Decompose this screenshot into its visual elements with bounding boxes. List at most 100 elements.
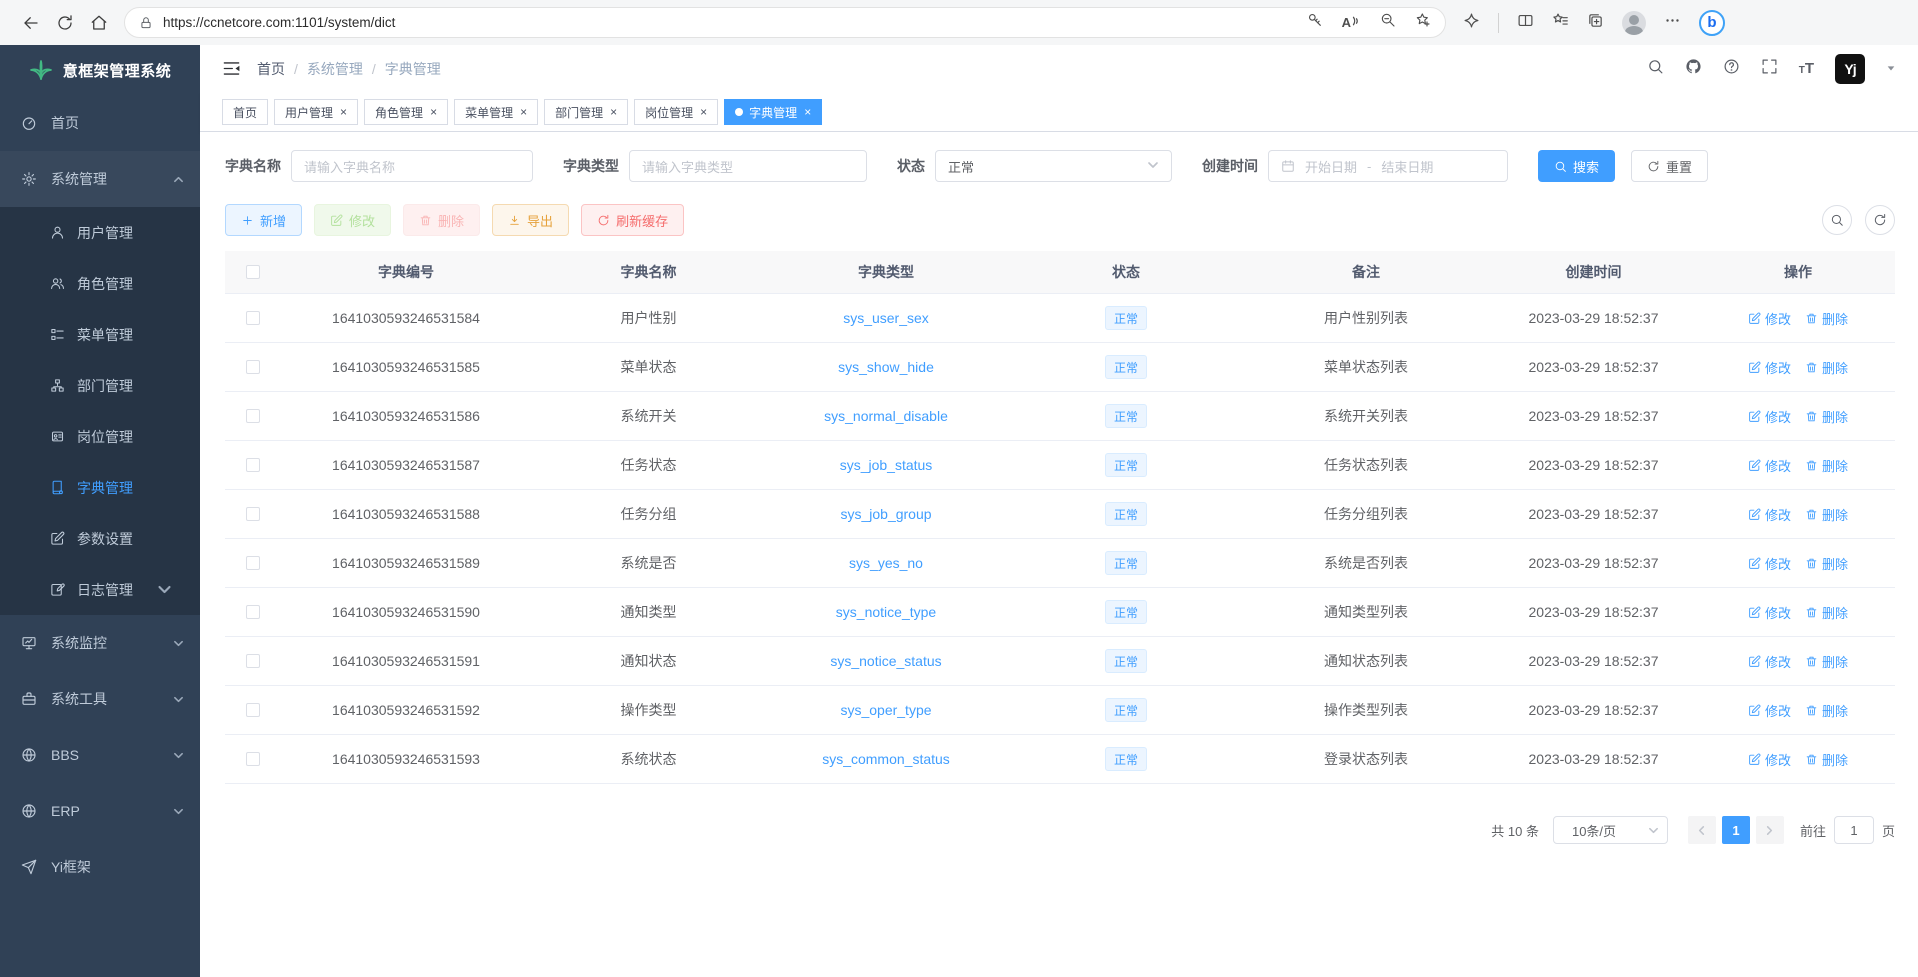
browser-back-button[interactable] bbox=[14, 6, 48, 40]
sidebar-item-role-mgmt[interactable]: 角色管理 bbox=[0, 258, 200, 309]
tab-post-mgmt[interactable]: 岗位管理× bbox=[634, 99, 718, 125]
export-button[interactable]: 导出 bbox=[492, 204, 569, 236]
font-size-icon[interactable]: TT bbox=[1799, 61, 1814, 76]
row-checkbox[interactable] bbox=[246, 360, 260, 374]
row-delete-link[interactable]: 删除 bbox=[1805, 652, 1848, 671]
browser-menu-icon[interactable] bbox=[1664, 12, 1681, 34]
date-end-input[interactable]: 结束日期 bbox=[1381, 157, 1433, 176]
tab-close-icon[interactable]: × bbox=[804, 106, 811, 118]
browser-home-button[interactable] bbox=[82, 6, 116, 40]
prev-page-button[interactable] bbox=[1688, 816, 1716, 844]
row-edit-link[interactable]: 修改 bbox=[1748, 603, 1791, 622]
sidebar-item-dept-mgmt[interactable]: 部门管理 bbox=[0, 360, 200, 411]
sidebar-item-erp[interactable]: ERP bbox=[0, 783, 200, 839]
sidebar-item-dict-mgmt[interactable]: 字典管理 bbox=[0, 462, 200, 513]
date-start-input[interactable]: 开始日期 bbox=[1305, 157, 1357, 176]
row-delete-link[interactable]: 删除 bbox=[1805, 456, 1848, 475]
row-edit-link[interactable]: 修改 bbox=[1748, 407, 1791, 426]
row-checkbox[interactable] bbox=[246, 507, 260, 521]
row-delete-link[interactable]: 删除 bbox=[1805, 554, 1848, 573]
sidebar-item-log-mgmt[interactable]: 日志管理 bbox=[0, 564, 200, 615]
refresh-cache-button[interactable]: 刷新缓存 bbox=[581, 204, 684, 236]
row-edit-link[interactable]: 修改 bbox=[1748, 652, 1791, 671]
row-edit-link[interactable]: 修改 bbox=[1748, 554, 1791, 573]
next-page-button[interactable] bbox=[1756, 816, 1784, 844]
dict-type-link[interactable]: sys_job_status bbox=[840, 457, 933, 473]
row-delete-link[interactable]: 删除 bbox=[1805, 603, 1848, 622]
dict-type-link[interactable]: sys_user_sex bbox=[843, 310, 929, 326]
dict-type-input[interactable]: 请输入字典类型 bbox=[629, 150, 867, 182]
row-delete-link[interactable]: 删除 bbox=[1805, 505, 1848, 524]
tab-close-icon[interactable]: × bbox=[430, 106, 437, 118]
row-checkbox[interactable] bbox=[246, 556, 260, 570]
favorites-icon[interactable] bbox=[1552, 12, 1569, 34]
row-edit-link[interactable]: 修改 bbox=[1748, 456, 1791, 475]
sidebar-item-post-mgmt[interactable]: 岗位管理 bbox=[0, 411, 200, 462]
tab-dept-mgmt[interactable]: 部门管理× bbox=[544, 99, 628, 125]
row-checkbox[interactable] bbox=[246, 703, 260, 717]
row-edit-link[interactable]: 修改 bbox=[1748, 358, 1791, 377]
tab-home[interactable]: 首页 bbox=[222, 99, 268, 125]
password-key-icon[interactable] bbox=[1307, 12, 1323, 33]
delete-button[interactable]: 删除 bbox=[403, 204, 480, 236]
goto-page-input[interactable]: 1 bbox=[1834, 816, 1874, 844]
refresh-table-button[interactable] bbox=[1865, 205, 1895, 235]
collections-icon[interactable] bbox=[1587, 12, 1604, 34]
tab-dict-mgmt[interactable]: 字典管理× bbox=[724, 99, 822, 125]
row-edit-link[interactable]: 修改 bbox=[1748, 505, 1791, 524]
date-range-input[interactable]: 开始日期 - 结束日期 bbox=[1268, 150, 1508, 182]
row-edit-link[interactable]: 修改 bbox=[1748, 750, 1791, 769]
breadcrumb-home[interactable]: 首页 bbox=[257, 59, 285, 79]
reset-button[interactable]: 重置 bbox=[1631, 150, 1708, 182]
sidebar-item-home[interactable]: 首页 bbox=[0, 95, 200, 151]
row-checkbox[interactable] bbox=[246, 752, 260, 766]
dict-name-input[interactable]: 请输入字典名称 bbox=[291, 150, 533, 182]
tab-close-icon[interactable]: × bbox=[520, 106, 527, 118]
header-search-icon[interactable] bbox=[1647, 58, 1664, 80]
fullscreen-icon[interactable] bbox=[1761, 58, 1778, 80]
row-checkbox[interactable] bbox=[246, 409, 260, 423]
tab-close-icon[interactable]: × bbox=[700, 106, 707, 118]
dict-type-link[interactable]: sys_oper_type bbox=[840, 702, 931, 718]
browser-essentials-icon[interactable] bbox=[1463, 12, 1480, 34]
sidebar-item-system[interactable]: 系统管理 bbox=[0, 151, 200, 207]
dict-type-link[interactable]: sys_common_status bbox=[822, 751, 950, 767]
dict-type-link[interactable]: sys_yes_no bbox=[849, 555, 923, 571]
sidebar-item-menu-mgmt[interactable]: 菜单管理 bbox=[0, 309, 200, 360]
tab-user-mgmt[interactable]: 用户管理× bbox=[274, 99, 358, 125]
copilot-bing-icon[interactable]: b bbox=[1699, 10, 1725, 36]
row-checkbox[interactable] bbox=[246, 605, 260, 619]
sidebar-item-yi-framework[interactable]: Yi框架 bbox=[0, 839, 200, 895]
sidebar-collapse-button[interactable] bbox=[222, 59, 241, 78]
show-search-toggle-button[interactable] bbox=[1822, 205, 1852, 235]
tab-close-icon[interactable]: × bbox=[610, 106, 617, 118]
profile-avatar[interactable] bbox=[1622, 11, 1646, 35]
status-select[interactable]: 正常 bbox=[935, 150, 1172, 182]
page-size-select[interactable]: 10条/页 bbox=[1553, 816, 1668, 844]
row-delete-link[interactable]: 删除 bbox=[1805, 701, 1848, 720]
add-favorite-star-icon[interactable] bbox=[1415, 12, 1431, 33]
browser-refresh-button[interactable] bbox=[48, 6, 82, 40]
tab-menu-mgmt[interactable]: 菜单管理× bbox=[454, 99, 538, 125]
row-checkbox[interactable] bbox=[246, 311, 260, 325]
sidebar-item-bbs[interactable]: BBS bbox=[0, 727, 200, 783]
dict-type-link[interactable]: sys_notice_type bbox=[836, 604, 936, 620]
page-1-button[interactable]: 1 bbox=[1722, 816, 1750, 844]
zoom-out-icon[interactable] bbox=[1380, 12, 1396, 33]
dict-type-link[interactable]: sys_show_hide bbox=[838, 359, 934, 375]
row-edit-link[interactable]: 修改 bbox=[1748, 701, 1791, 720]
help-icon[interactable] bbox=[1723, 58, 1740, 80]
dict-type-link[interactable]: sys_normal_disable bbox=[824, 408, 948, 424]
select-all-checkbox[interactable] bbox=[246, 265, 260, 279]
row-delete-link[interactable]: 删除 bbox=[1805, 358, 1848, 377]
tab-close-icon[interactable]: × bbox=[340, 106, 347, 118]
url-text[interactable]: https://ccnetcore.com:1101/system/dict bbox=[163, 15, 1307, 30]
address-bar[interactable]: https://ccnetcore.com:1101/system/dict A bbox=[124, 7, 1446, 38]
sidebar-item-user-mgmt[interactable]: 用户管理 bbox=[0, 207, 200, 258]
read-aloud-icon[interactable]: A bbox=[1342, 15, 1361, 30]
row-checkbox[interactable] bbox=[246, 458, 260, 472]
row-delete-link[interactable]: 删除 bbox=[1805, 407, 1848, 426]
row-edit-link[interactable]: 修改 bbox=[1748, 309, 1791, 328]
add-button[interactable]: 新增 bbox=[225, 204, 302, 236]
row-checkbox[interactable] bbox=[246, 654, 260, 668]
